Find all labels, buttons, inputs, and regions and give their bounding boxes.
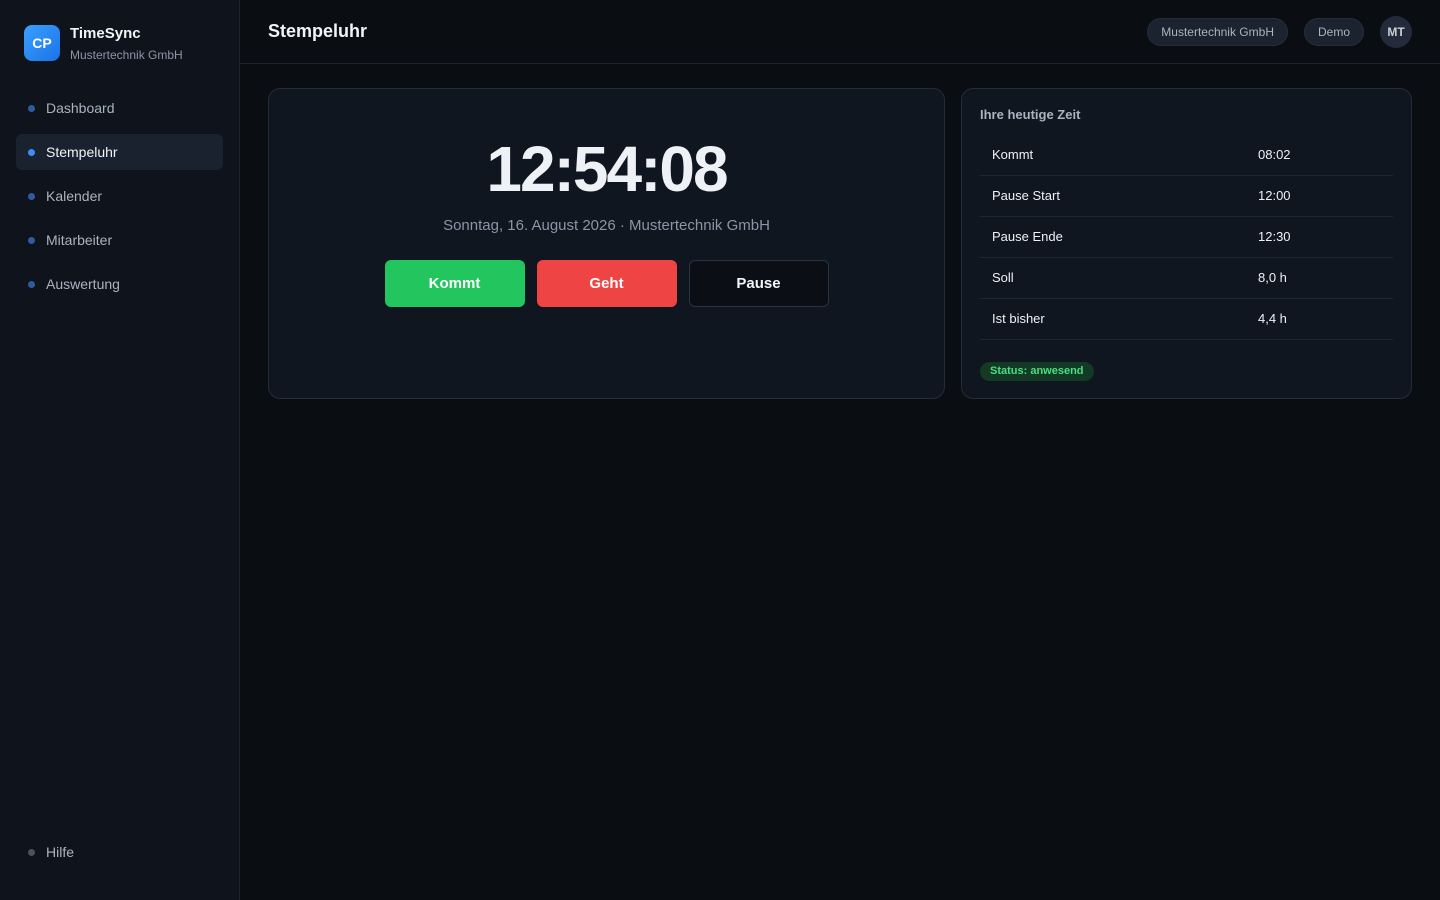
- dot-icon: [28, 236, 35, 244]
- clock-time: 12:54:08: [486, 133, 728, 205]
- today-card: Ihre heutige Zeit Kommt 08:02 Pause Star…: [961, 88, 1412, 399]
- dot-icon: [28, 848, 35, 856]
- sidebar-item-auswertung[interactable]: Auswertung: [16, 266, 223, 302]
- table-row: Pause Start 12:00: [980, 175, 1393, 216]
- kommt-button[interactable]: Kommt: [384, 260, 525, 307]
- row-label: Pause Start: [992, 188, 1060, 203]
- content: 12:54:08 Sonntag, 16. August 2026 · Must…: [240, 64, 1440, 423]
- help-section: Hilfe: [16, 834, 223, 878]
- status-badge: Status: anwesend: [980, 361, 1094, 381]
- sidebar-item-label: Hilfe: [46, 844, 75, 860]
- dot-icon: [28, 148, 35, 156]
- sidebar-item-label: Kalender: [46, 188, 103, 204]
- sidebar-item-label: Auswertung: [46, 276, 120, 292]
- mode-pill[interactable]: Demo: [1303, 17, 1364, 46]
- brand: CP TimeSync Mustertechnik GmbH: [0, 0, 239, 84]
- clock-card: 12:54:08 Sonntag, 16. August 2026 · Must…: [268, 88, 945, 399]
- company-pill[interactable]: Mustertechnik GmbH: [1147, 17, 1288, 46]
- sidebar-item-stempeluhr[interactable]: Stempeluhr: [16, 134, 223, 170]
- table-row: Pause Ende 12:30: [980, 216, 1393, 257]
- row-value: 12:00: [1258, 188, 1291, 203]
- brand-text: TimeSync Mustertechnik GmbH: [70, 25, 183, 63]
- dot-icon: [28, 192, 35, 200]
- clock-date: Sonntag, 16. August 2026 · Mustertechnik…: [443, 217, 770, 234]
- row-value: 8,0 h: [1258, 270, 1287, 285]
- sidebar-item-dashboard[interactable]: Dashboard: [16, 90, 223, 126]
- dot-icon: [28, 280, 35, 288]
- sidebar-item-hilfe[interactable]: Hilfe: [16, 834, 223, 870]
- row-label: Soll: [992, 270, 1014, 285]
- sidebar: CP TimeSync Mustertechnik GmbH Dashboard…: [0, 0, 240, 900]
- brand-name: TimeSync: [70, 25, 141, 42]
- row-value: 4,4 h: [1258, 311, 1287, 326]
- sidebar-nav: Dashboard Stempeluhr Kalender Mitarbeite…: [0, 82, 239, 302]
- brand-logo: CP: [24, 25, 60, 61]
- sidebar-item-mitarbeiter[interactable]: Mitarbeiter: [16, 222, 223, 258]
- geht-button[interactable]: Geht: [536, 260, 677, 307]
- sidebar-item-kalender[interactable]: Kalender: [16, 178, 223, 214]
- row-value: 08:02: [1258, 146, 1291, 162]
- main-area: Stempeluhr Mustertechnik GmbH Demo MT 12…: [240, 0, 1440, 900]
- page-title: Stempeluhr: [268, 20, 368, 41]
- topbar: Stempeluhr Mustertechnik GmbH Demo MT: [240, 0, 1440, 64]
- table-row: Kommt 08:02: [980, 134, 1393, 175]
- sidebar-item-label: Stempeluhr: [46, 144, 118, 160]
- today-title: Ihre heutige Zeit: [980, 107, 1081, 122]
- table-row: Ist bisher 4,4 h: [980, 298, 1393, 339]
- dot-icon: [28, 104, 35, 112]
- sidebar-item-label: Mitarbeiter: [46, 232, 113, 248]
- row-label: Pause Ende: [992, 229, 1063, 244]
- table-row: Soll 8,0 h: [980, 257, 1393, 298]
- row-label: Ist bisher: [992, 311, 1045, 326]
- avatar[interactable]: MT: [1380, 15, 1412, 48]
- topbar-actions: Mustertechnik GmbH Demo MT: [1131, 15, 1412, 48]
- brand-company: Mustertechnik GmbH: [70, 48, 183, 62]
- today-table: Kommt 08:02 Pause Start 12:00 Pause Ende…: [980, 134, 1393, 340]
- row-value: 12:30: [1258, 229, 1291, 244]
- sidebar-item-label: Dashboard: [46, 100, 115, 116]
- pause-button[interactable]: Pause: [688, 260, 829, 307]
- clock-actions: Kommt Geht Pause: [269, 260, 944, 307]
- app-root: CP TimeSync Mustertechnik GmbH Dashboard…: [0, 0, 1440, 900]
- row-label: Kommt: [992, 146, 1034, 162]
